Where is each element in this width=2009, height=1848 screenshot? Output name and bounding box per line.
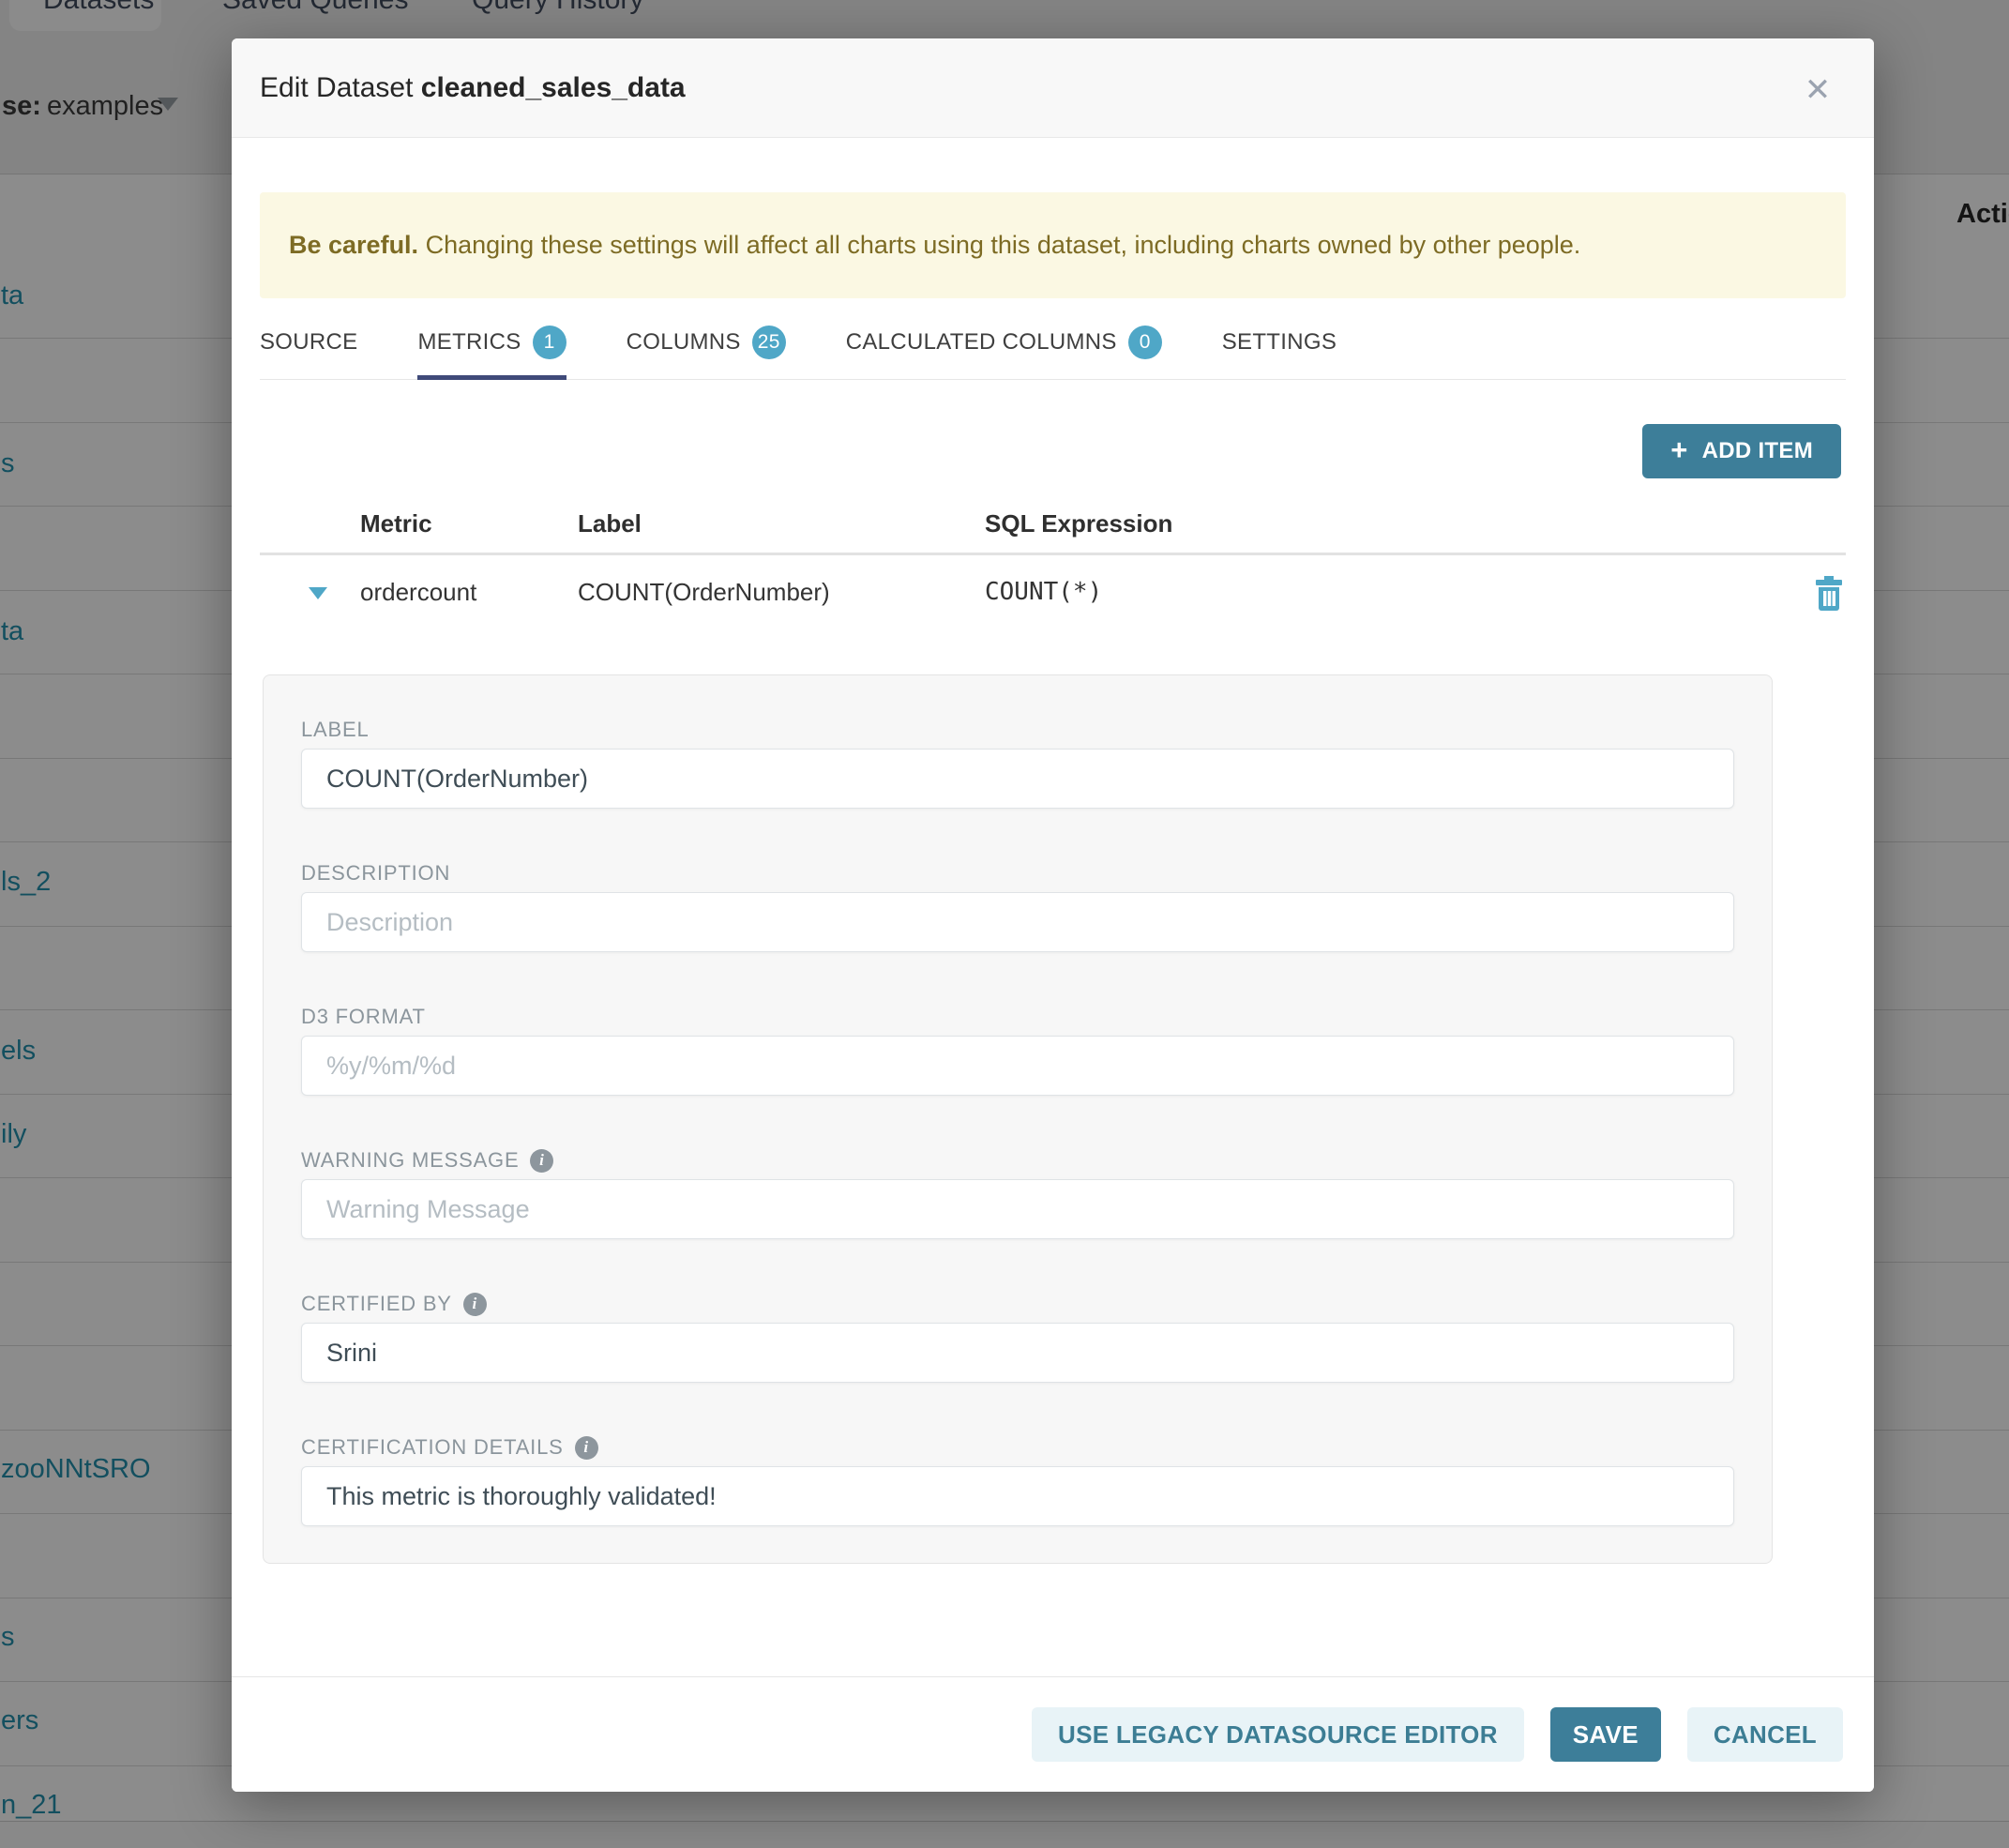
field-label: D3 FORMAT i bbox=[301, 1004, 1734, 1030]
metric-detail-panel: LABEL i DESCRIPTION i D3 FORMAT i WARNIN… bbox=[263, 674, 1773, 1564]
tab-label: COLUMNS bbox=[627, 329, 741, 356]
delete-metric-button[interactable] bbox=[1813, 576, 1845, 612]
field-label: DESCRIPTION i bbox=[301, 860, 1734, 886]
info-icon[interactable]: i bbox=[575, 1436, 598, 1460]
add-item-button[interactable]: + ADD ITEM bbox=[1642, 424, 1841, 478]
tab-label: SETTINGS bbox=[1222, 329, 1337, 356]
add-item-label: ADD ITEM bbox=[1702, 438, 1813, 464]
column-header-sql-expression: SQL Expression bbox=[985, 509, 1172, 538]
modal-title-prefix: Edit Dataset bbox=[260, 72, 421, 103]
column-header-metric: Metric bbox=[360, 509, 432, 538]
tab-settings[interactable]: SETTINGS bbox=[1222, 319, 1337, 379]
form-field: CERTIFICATION DETAILS i bbox=[301, 1434, 1734, 1526]
collapse-caret-icon[interactable] bbox=[309, 587, 327, 599]
plus-icon: + bbox=[1670, 435, 1687, 464]
info-icon[interactable]: i bbox=[530, 1149, 553, 1173]
warning-banner: Be careful. Changing these settings will… bbox=[260, 192, 1846, 298]
modal-footer: USE LEGACY DATASOURCE EDITOR SAVE CANCEL bbox=[232, 1676, 1874, 1792]
tab-label: METRICS bbox=[417, 329, 521, 356]
d3-format-input[interactable] bbox=[301, 1036, 1734, 1096]
field-label-text: CERTIFICATION DETAILS bbox=[301, 1435, 564, 1460]
field-label-text: D3 FORMAT bbox=[301, 1005, 426, 1029]
metric-label-cell[interactable]: COUNT(OrderNumber) bbox=[578, 578, 830, 607]
metric-table-row: ordercount COUNT(OrderNumber) COUNT(*) bbox=[260, 567, 1846, 621]
tab-columns[interactable]: COLUMNS 25 bbox=[627, 319, 786, 379]
tab-count-badge: 1 bbox=[533, 326, 566, 359]
modal-title-dataset-name: cleaned_sales_data bbox=[421, 72, 686, 103]
edit-dataset-modal: Edit Dataset cleaned_sales_data ✕ Be car… bbox=[232, 38, 1874, 1792]
close-icon[interactable]: ✕ bbox=[1797, 69, 1838, 111]
description-input[interactable] bbox=[301, 892, 1734, 952]
field-label: CERTIFICATION DETAILS i bbox=[301, 1434, 1734, 1461]
save-button[interactable]: SAVE bbox=[1550, 1707, 1661, 1762]
column-header-label: Label bbox=[578, 509, 642, 538]
tab-calculated-columns[interactable]: CALCULATED COLUMNS 0 bbox=[846, 319, 1162, 379]
warning-message-input[interactable] bbox=[301, 1179, 1734, 1239]
tab-source[interactable]: SOURCE bbox=[260, 319, 357, 379]
tab-label: CALCULATED COLUMNS bbox=[846, 329, 1117, 356]
field-label-text: LABEL bbox=[301, 718, 370, 742]
tab-metrics[interactable]: METRICS 1 bbox=[417, 319, 566, 379]
cancel-button[interactable]: CANCEL bbox=[1687, 1707, 1843, 1762]
form-field: CERTIFIED BY i bbox=[301, 1291, 1734, 1383]
field-label: WARNING MESSAGE i bbox=[301, 1147, 1734, 1174]
field-label-text: WARNING MESSAGE bbox=[301, 1148, 519, 1173]
form-field: D3 FORMAT i bbox=[301, 1004, 1734, 1096]
certification-details-input[interactable] bbox=[301, 1466, 1734, 1526]
warning-banner-text: Changing these settings will affect all … bbox=[418, 231, 1580, 259]
metrics-table-header: Metric Label SQL Expression bbox=[260, 502, 1846, 555]
modal-header: Edit Dataset cleaned_sales_data ✕ bbox=[232, 38, 1874, 138]
form-field: DESCRIPTION i bbox=[301, 860, 1734, 952]
form-field: LABEL i bbox=[301, 717, 1734, 809]
field-label-text: CERTIFIED BY bbox=[301, 1292, 452, 1316]
field-label: CERTIFIED BY i bbox=[301, 1291, 1734, 1317]
tab-label: SOURCE bbox=[260, 329, 357, 356]
modal-tabs: SOURCE METRICS 1 COLUMNS 25 CALCULATED C… bbox=[260, 319, 1846, 380]
metric-sql-cell[interactable]: COUNT(*) bbox=[985, 578, 1102, 606]
tab-count-badge: 25 bbox=[752, 326, 786, 359]
field-label-text: DESCRIPTION bbox=[301, 861, 450, 886]
field-label: LABEL i bbox=[301, 717, 1734, 743]
tab-count-badge: 0 bbox=[1128, 326, 1162, 359]
modal-title: Edit Dataset cleaned_sales_data bbox=[260, 38, 686, 138]
warning-banner-bold: Be careful. bbox=[289, 231, 418, 259]
trash-icon bbox=[1813, 576, 1845, 612]
label-input[interactable] bbox=[301, 749, 1734, 809]
form-field: WARNING MESSAGE i bbox=[301, 1147, 1734, 1239]
info-icon[interactable]: i bbox=[463, 1293, 487, 1316]
metric-name-cell[interactable]: ordercount bbox=[360, 578, 476, 607]
use-legacy-datasource-editor-button[interactable]: USE LEGACY DATASOURCE EDITOR bbox=[1032, 1707, 1524, 1762]
certified-by-input[interactable] bbox=[301, 1323, 1734, 1383]
